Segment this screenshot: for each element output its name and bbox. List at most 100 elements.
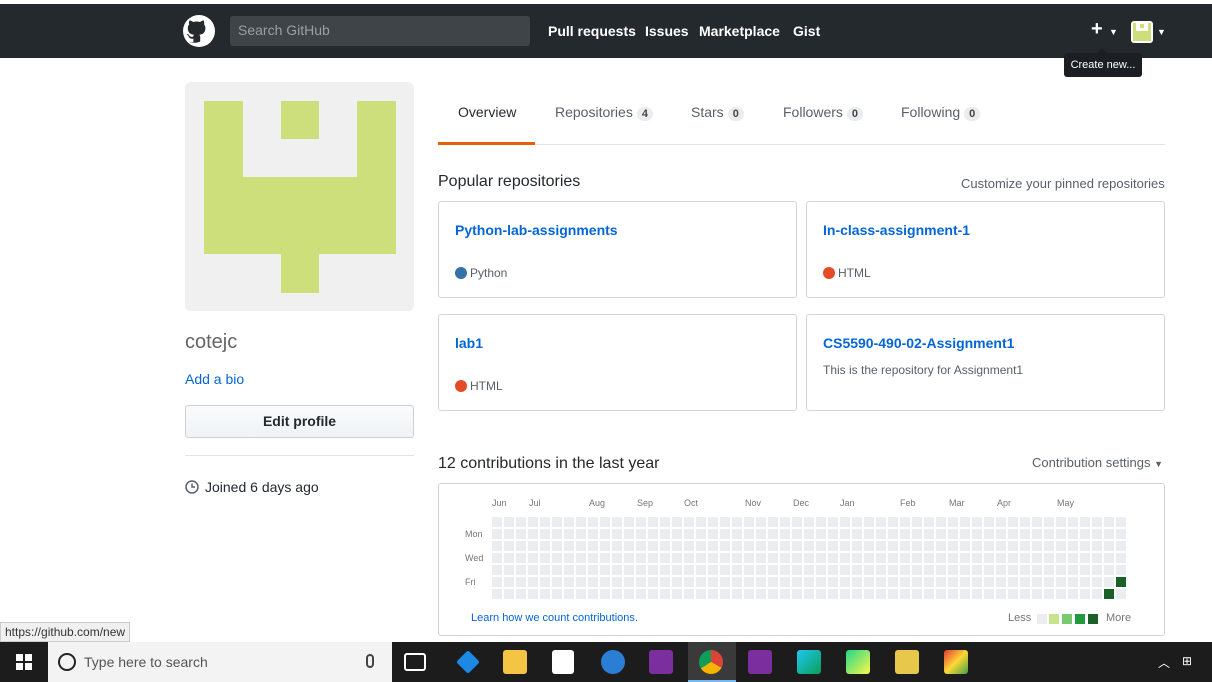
contribution-day-cell <box>936 529 946 539</box>
contribution-day-cell <box>708 529 718 539</box>
contribution-day-cell <box>768 577 778 587</box>
contribution-day-cell <box>624 577 634 587</box>
site-header: Search GitHub Pull requests Issues Marke… <box>0 4 1212 58</box>
webstorm-icon[interactable] <box>797 650 821 674</box>
learn-contributions-link[interactable]: Learn how we count contributions. <box>471 612 638 624</box>
contribution-day-cell <box>756 577 766 587</box>
contribution-day-cell <box>1092 529 1102 539</box>
chevron-down-icon: ▼ <box>1157 27 1166 37</box>
contribution-day-cell <box>1080 517 1090 527</box>
contribution-day-cell <box>864 577 874 587</box>
taskbar-search-input[interactable]: Type here to search <box>48 642 392 682</box>
contribution-day-cell <box>780 541 790 551</box>
contribution-day-cell <box>744 529 754 539</box>
contribution-day-cell <box>1080 541 1090 551</box>
contribution-day-cell <box>1092 577 1102 587</box>
day-label: Wed <box>465 553 484 563</box>
thunderbird-icon[interactable] <box>601 650 625 674</box>
contribution-day-cell <box>936 517 946 527</box>
task-view-icon[interactable] <box>404 653 426 671</box>
nav-marketplace[interactable]: Marketplace <box>699 23 780 39</box>
contribution-day-cell <box>1068 565 1078 575</box>
windows-start-icon[interactable] <box>16 654 32 670</box>
contribution-day-cell <box>720 541 730 551</box>
contribution-day-cell <box>684 565 694 575</box>
onenote-2-icon[interactable] <box>748 650 772 674</box>
nav-issues[interactable]: Issues <box>645 23 689 39</box>
tab-repositories[interactable]: Repositories 4 <box>555 104 653 121</box>
tab-followers[interactable]: Followers 0 <box>783 104 864 121</box>
contribution-day-cell <box>1044 541 1054 551</box>
contribution-day-cell <box>840 589 850 599</box>
chrome-icon[interactable] <box>699 650 723 674</box>
tab-counter: 0 <box>846 107 864 121</box>
contribution-day-cell <box>756 589 766 599</box>
contribution-day-cell <box>912 541 922 551</box>
tray-network-icon[interactable]: ⊞ <box>1182 654 1192 668</box>
onenote-icon[interactable] <box>649 650 673 674</box>
contribution-day-cell <box>960 577 970 587</box>
contribution-cells <box>492 517 1126 599</box>
contribution-day-cell <box>804 529 814 539</box>
contribution-day-cell <box>888 553 898 563</box>
store-icon[interactable] <box>552 650 574 674</box>
search-input[interactable]: Search GitHub <box>230 16 530 46</box>
contribution-day-cell <box>600 541 610 551</box>
profile-avatar[interactable] <box>185 82 414 311</box>
contribution-day-cell <box>600 553 610 563</box>
contribution-day-cell <box>948 517 958 527</box>
nav-pull-requests[interactable]: Pull requests <box>548 23 636 39</box>
github-logo-icon[interactable] <box>183 15 215 47</box>
repo-link[interactable]: In-class-assignment-1 <box>823 222 970 238</box>
paint-icon[interactable] <box>944 650 968 674</box>
contribution-day-cell <box>996 577 1006 587</box>
contribution-day-cell <box>840 517 850 527</box>
contribution-day-cell <box>996 517 1006 527</box>
contribution-day-cell <box>1092 553 1102 563</box>
contribution-day-cell <box>612 577 622 587</box>
contribution-day-cell <box>888 565 898 575</box>
add-bio-link[interactable]: Add a bio <box>185 371 244 387</box>
contribution-day-cell <box>612 517 622 527</box>
month-label: Feb <box>900 498 916 508</box>
contribution-day-cell <box>720 565 730 575</box>
repo-link[interactable]: lab1 <box>455 335 483 351</box>
contribution-day-cell <box>816 565 826 575</box>
microphone-icon[interactable] <box>366 654 374 668</box>
contribution-day-cell <box>660 553 670 563</box>
contribution-day-cell <box>804 541 814 551</box>
create-new-button[interactable]: + <box>1091 18 1103 41</box>
repo-link[interactable]: CS5590-490-02-Assignment1 <box>823 335 1014 351</box>
file-explorer-icon[interactable] <box>503 650 527 674</box>
tab-label: Followers <box>783 104 843 120</box>
contribution-settings-dropdown[interactable]: Contribution settings ▼ <box>1032 455 1163 470</box>
contribution-day-cell <box>1032 529 1042 539</box>
user-avatar-menu[interactable] <box>1131 21 1153 43</box>
tray-chevron-up-icon[interactable]: ︿ <box>1158 654 1170 671</box>
tab-counter: 0 <box>964 107 981 121</box>
tab-following[interactable]: Following 0 <box>901 104 981 121</box>
app-diamond-icon[interactable] <box>456 650 480 674</box>
contribution-day-cell <box>792 589 802 599</box>
contribution-day-cell <box>1056 565 1066 575</box>
nav-gist[interactable]: Gist <box>793 23 820 39</box>
contribution-day-cell <box>864 529 874 539</box>
contribution-day-cell <box>912 565 922 575</box>
contribution-day-cell <box>1020 553 1030 563</box>
contribution-day-cell <box>1056 589 1066 599</box>
contribution-day-cell <box>660 541 670 551</box>
contribution-day-cell <box>612 589 622 599</box>
tab-overview[interactable]: Overview <box>458 104 516 120</box>
repo-link[interactable]: Python-lab-assignments <box>455 222 618 238</box>
customize-pins-link[interactable]: Customize your pinned repositories <box>961 176 1165 191</box>
pycharm-icon[interactable] <box>846 650 870 674</box>
tab-stars[interactable]: Stars 0 <box>691 104 744 121</box>
contribution-day-cell <box>828 541 838 551</box>
contribution-day-cell <box>492 517 502 527</box>
contribution-day-cell <box>972 589 982 599</box>
contributions-title: 12 contributions in the last year <box>438 455 660 472</box>
edit-profile-button[interactable]: Edit profile <box>185 405 414 438</box>
tab-label: Overview <box>458 104 517 120</box>
contribution-day-cell <box>588 517 598 527</box>
notes-app-icon[interactable] <box>895 650 919 674</box>
